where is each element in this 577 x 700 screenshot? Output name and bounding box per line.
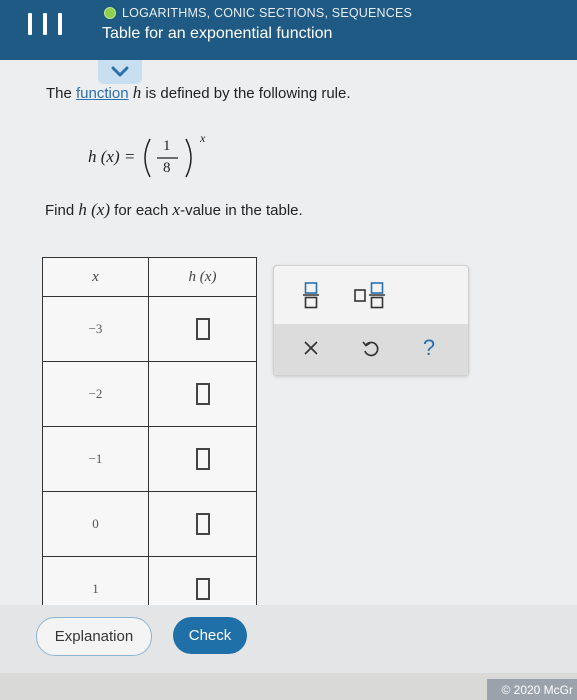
x-value: 0 — [42, 491, 149, 557]
x-column-header: x — [42, 257, 149, 297]
problem-area: The function h is defined by the followi… — [0, 60, 577, 622]
clear-icon — [304, 341, 318, 355]
collapse-toggle[interactable] — [98, 60, 142, 84]
answer-cell[interactable] — [148, 296, 257, 362]
topic-label: LOGARITHMS, CONIC SECTIONS, SEQUENCES — [122, 6, 413, 20]
answer-input[interactable] — [195, 383, 210, 405]
function-link[interactable]: function — [76, 85, 129, 102]
status-dot-icon — [104, 7, 116, 19]
table-row: −3 — [42, 296, 257, 362]
mixed-number-button[interactable] — [350, 278, 390, 312]
intro-rest: is defined by the following rule. — [141, 85, 351, 102]
copyright-notice: © 2020 McGr — [487, 679, 577, 700]
answer-input[interactable] — [195, 448, 210, 470]
footer-bar: Explanation Check — [0, 605, 577, 673]
formula-numerator: 1 — [163, 138, 171, 154]
function-rule: h (x) = 1 8 x — [88, 131, 228, 183]
table-row: 0 — [42, 491, 257, 557]
problem-statement: The function h is defined by the followi… — [46, 83, 351, 103]
answer-cell[interactable] — [148, 361, 257, 427]
answer-cell[interactable] — [148, 426, 257, 492]
find-function: h (x) — [78, 200, 110, 219]
formula-denominator: 8 — [163, 160, 171, 176]
chevron-down-icon — [111, 66, 129, 77]
find-middle: for each — [109, 202, 173, 219]
check-button[interactable]: Check — [173, 617, 247, 654]
formula-exponent: x — [200, 131, 206, 145]
explanation-button[interactable]: Explanation — [36, 617, 152, 656]
fraction-button[interactable] — [296, 278, 326, 312]
find-text: Find — [45, 202, 79, 219]
fraction-icon — [303, 282, 319, 309]
page-title: Table for an exponential function — [102, 25, 333, 42]
find-variable: x — [172, 200, 181, 219]
answer-input[interactable] — [195, 513, 210, 535]
table-row: −2 — [42, 361, 257, 427]
answer-input[interactable] — [195, 318, 210, 340]
x-value: −2 — [42, 361, 149, 427]
mixed-number-icon — [354, 282, 385, 309]
answer-cell[interactable] — [148, 491, 257, 557]
function-name: h — [132, 83, 142, 102]
header-bar: LOGARITHMS, CONIC SECTIONS, SEQUENCES Ta… — [0, 0, 577, 60]
formula-lhs: h (x) = — [88, 147, 136, 166]
find-rest: -value in the table. — [180, 202, 303, 219]
x-value: −1 — [42, 426, 149, 492]
instruction-text: Find h (x) for each x-value in the table… — [45, 200, 303, 220]
intro-text: The — [46, 85, 77, 102]
answer-input[interactable] — [195, 578, 210, 600]
clear-button[interactable] — [296, 330, 326, 366]
help-button[interactable]: ? — [414, 330, 444, 366]
menu-icon[interactable] — [28, 8, 62, 40]
values-table: x h (x) −3 −2 −1 0 1 — [42, 257, 257, 622]
undo-button[interactable] — [356, 330, 386, 366]
math-toolbar: ? — [273, 265, 469, 376]
hx-column-header: h (x) — [148, 257, 257, 297]
undo-icon — [362, 341, 379, 357]
topic-breadcrumb: LOGARITHMS, CONIC SECTIONS, SEQUENCES — [104, 6, 412, 20]
help-icon: ? — [422, 335, 436, 360]
table-header-row: x h (x) — [42, 257, 257, 297]
x-value: −3 — [42, 296, 149, 362]
table-row: −1 — [42, 426, 257, 492]
